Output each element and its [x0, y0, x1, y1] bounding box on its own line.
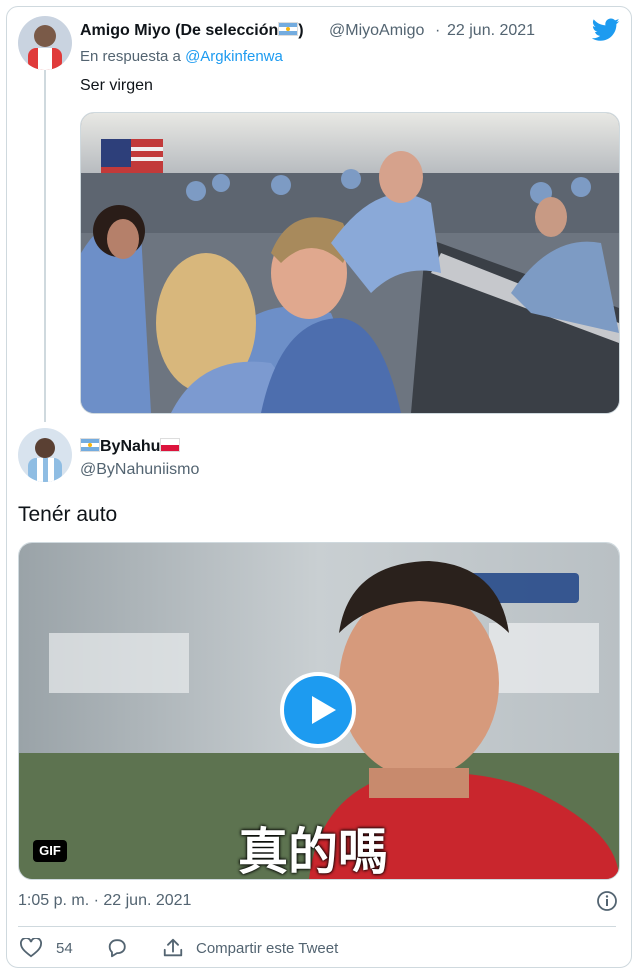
tweet1-display-name[interactable]: Amigo Miyo (De selección) — [80, 22, 304, 40]
tweet1-handle[interactable]: @MiyoAmigo — [329, 22, 424, 40]
poland-flag-icon — [160, 438, 181, 452]
divider — [18, 926, 616, 927]
avatar-amigo-miyo[interactable] — [18, 16, 72, 70]
share-button-label[interactable]: Compartir este Tweet — [196, 940, 338, 957]
tweet1-photo[interactable] — [80, 112, 620, 414]
avatar-bynahu[interactable] — [18, 428, 72, 482]
play-icon[interactable] — [280, 672, 356, 748]
tweet1-date[interactable]: 22 jun. 2021 — [447, 22, 535, 40]
tweet2-handle[interactable]: @ByNahuniismo — [80, 461, 199, 479]
share-icon[interactable] — [162, 937, 184, 959]
gif-badge: GIF — [33, 840, 67, 862]
tweet2-timestamp[interactable]: 1:05 p. m. · 22 jun. 2021 — [18, 892, 191, 910]
argentina-flag-icon — [80, 438, 100, 452]
reply-context: En respuesta a @Argkinfenwa — [80, 48, 283, 65]
gif-caption: 真的嗎 — [238, 823, 388, 881]
tweet2-display-name[interactable]: ByNahu — [80, 438, 181, 456]
like-count: 54 — [56, 940, 73, 957]
tweet1-text: Ser virgen — [80, 77, 153, 94]
tweet1-separator: · — [435, 22, 441, 39]
reply-to-link[interactable]: @Argkinfenwa — [185, 48, 283, 65]
reply-icon[interactable] — [106, 937, 128, 959]
thread-connector — [44, 70, 46, 422]
twitter-bird-icon[interactable] — [592, 18, 620, 42]
info-icon[interactable] — [596, 890, 618, 912]
tweet2-text: Tenér auto — [18, 503, 118, 526]
heart-icon[interactable] — [20, 938, 42, 958]
argentina-flag-icon — [278, 22, 299, 36]
